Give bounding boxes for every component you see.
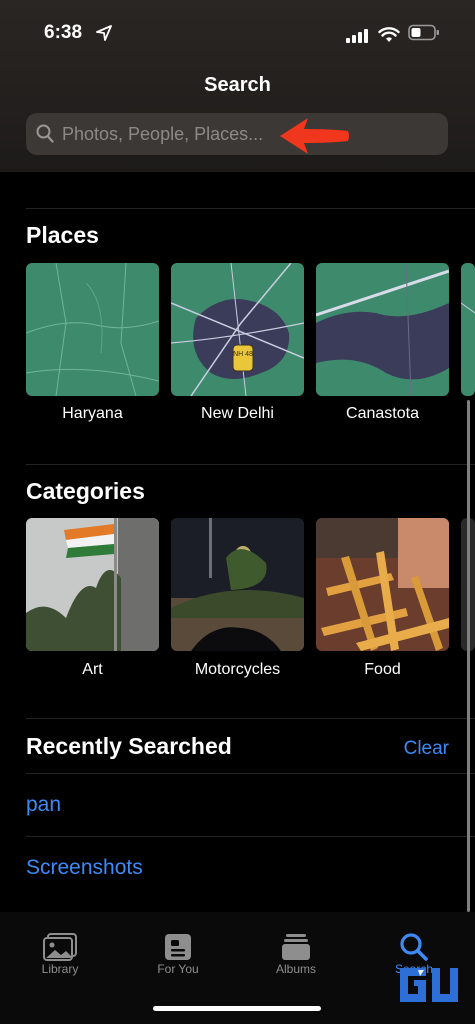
photo-thumbnail (316, 518, 449, 651)
tab-library[interactable]: Library (15, 928, 105, 976)
highway-badge: NH 48 (233, 351, 253, 358)
section-divider (26, 208, 475, 209)
clear-button[interactable]: Clear (404, 738, 449, 760)
place-tile-partial[interactable] (461, 263, 475, 396)
map-thumbnail: NH 48 (171, 263, 304, 396)
recent-search-item[interactable]: Screenshots (26, 856, 143, 880)
search-input[interactable] (62, 113, 432, 155)
scrollbar[interactable] (467, 400, 470, 912)
cellular-signal-icon (346, 29, 368, 43)
recent-search-item[interactable]: pan (26, 793, 61, 817)
tab-label: Albums (275, 962, 316, 976)
red-arrow-annotation (280, 118, 349, 154)
tab-for-you[interactable]: For You (133, 928, 223, 976)
page-title: Search (204, 74, 271, 96)
category-label-motorcycles: Motorcycles (194, 661, 281, 678)
place-label-canastota: Canastota (346, 405, 419, 422)
tab-albums[interactable]: Albums (251, 928, 341, 976)
list-divider (26, 836, 475, 837)
status-time: 6:38 (44, 22, 83, 43)
library-icon (43, 933, 77, 961)
places-heading: Places (26, 222, 99, 248)
status-bar: 6:38 (0, 20, 475, 48)
recently-searched-heading: Recently Searched (26, 733, 232, 759)
category-label-art: Art (82, 661, 103, 678)
section-divider (26, 718, 475, 719)
photo-thumbnail (171, 518, 304, 651)
tab-label: Library (41, 962, 79, 976)
category-tile-motorcycles[interactable] (171, 518, 304, 651)
category-tile-food[interactable] (316, 518, 449, 651)
place-label-new-delhi: New Delhi (201, 405, 274, 422)
place-tile-haryana[interactable] (26, 263, 159, 396)
for-you-icon (165, 934, 191, 960)
search-tab-icon (400, 933, 428, 961)
albums-icon (282, 934, 310, 960)
map-thumbnail (26, 263, 159, 396)
search-icon (36, 124, 54, 143)
location-arrow-icon (96, 25, 112, 41)
home-indicator (153, 1006, 321, 1011)
list-divider (26, 773, 475, 774)
place-label-haryana: Haryana (62, 405, 123, 422)
search-bar[interactable] (26, 113, 448, 155)
section-divider (26, 464, 475, 465)
watermark-logo (400, 968, 458, 1002)
category-tile-art[interactable] (26, 518, 159, 651)
category-label-food: Food (364, 661, 401, 678)
categories-heading: Categories (26, 478, 145, 504)
place-tile-new-delhi[interactable]: NH 48 (171, 263, 304, 396)
photo-thumbnail (26, 518, 159, 651)
wifi-icon (378, 27, 400, 42)
place-tile-canastota[interactable] (316, 263, 449, 396)
map-thumbnail (316, 263, 449, 396)
tab-label: For You (157, 962, 199, 976)
battery-icon (408, 24, 439, 41)
